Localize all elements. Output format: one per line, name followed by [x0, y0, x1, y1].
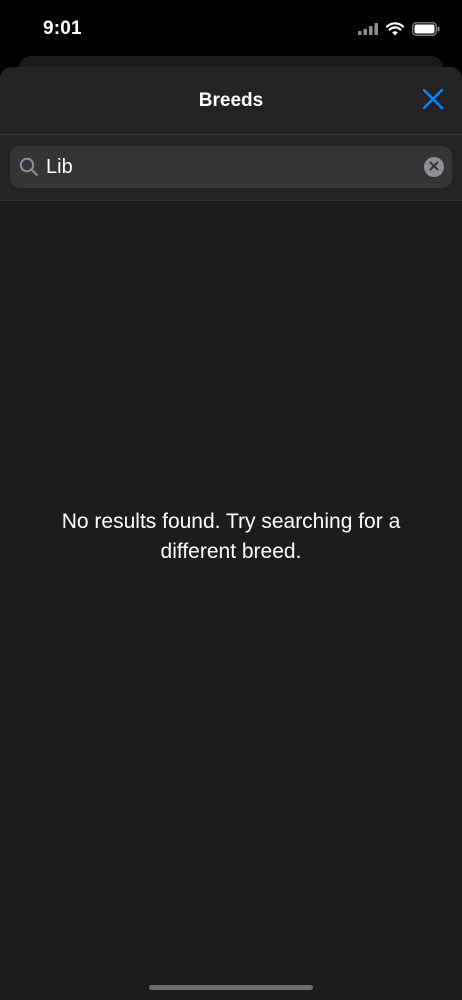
clear-icon — [429, 158, 439, 176]
search-icon — [19, 157, 39, 182]
close-button[interactable] — [420, 88, 446, 114]
battery-icon — [412, 22, 440, 36]
search-input[interactable] — [46, 146, 416, 188]
empty-results-message: No results found. Try searching for a di… — [61, 510, 401, 563]
screen: 9:01 Breeds Lib No results found. Try se… — [0, 0, 462, 1000]
wifi-icon — [386, 22, 404, 36]
home-indicator[interactable] — [149, 985, 313, 990]
results-area: No results found. Try searching for a di… — [0, 201, 462, 999]
status-time: 9:01 — [43, 18, 82, 39]
signal-icon — [358, 23, 378, 35]
breeds-sheet: Breeds Lib No results found. Try searchi… — [0, 67, 462, 1000]
search-field[interactable] — [10, 146, 452, 188]
close-icon — [422, 88, 444, 115]
navigation-bar: Breeds — [0, 67, 462, 135]
page-title: Breeds — [198, 90, 264, 111]
search-area — [0, 135, 462, 201]
clear-search-button[interactable] — [424, 157, 444, 177]
status-bar: 9:01 — [0, 0, 462, 56]
status-icons — [358, 19, 440, 39]
